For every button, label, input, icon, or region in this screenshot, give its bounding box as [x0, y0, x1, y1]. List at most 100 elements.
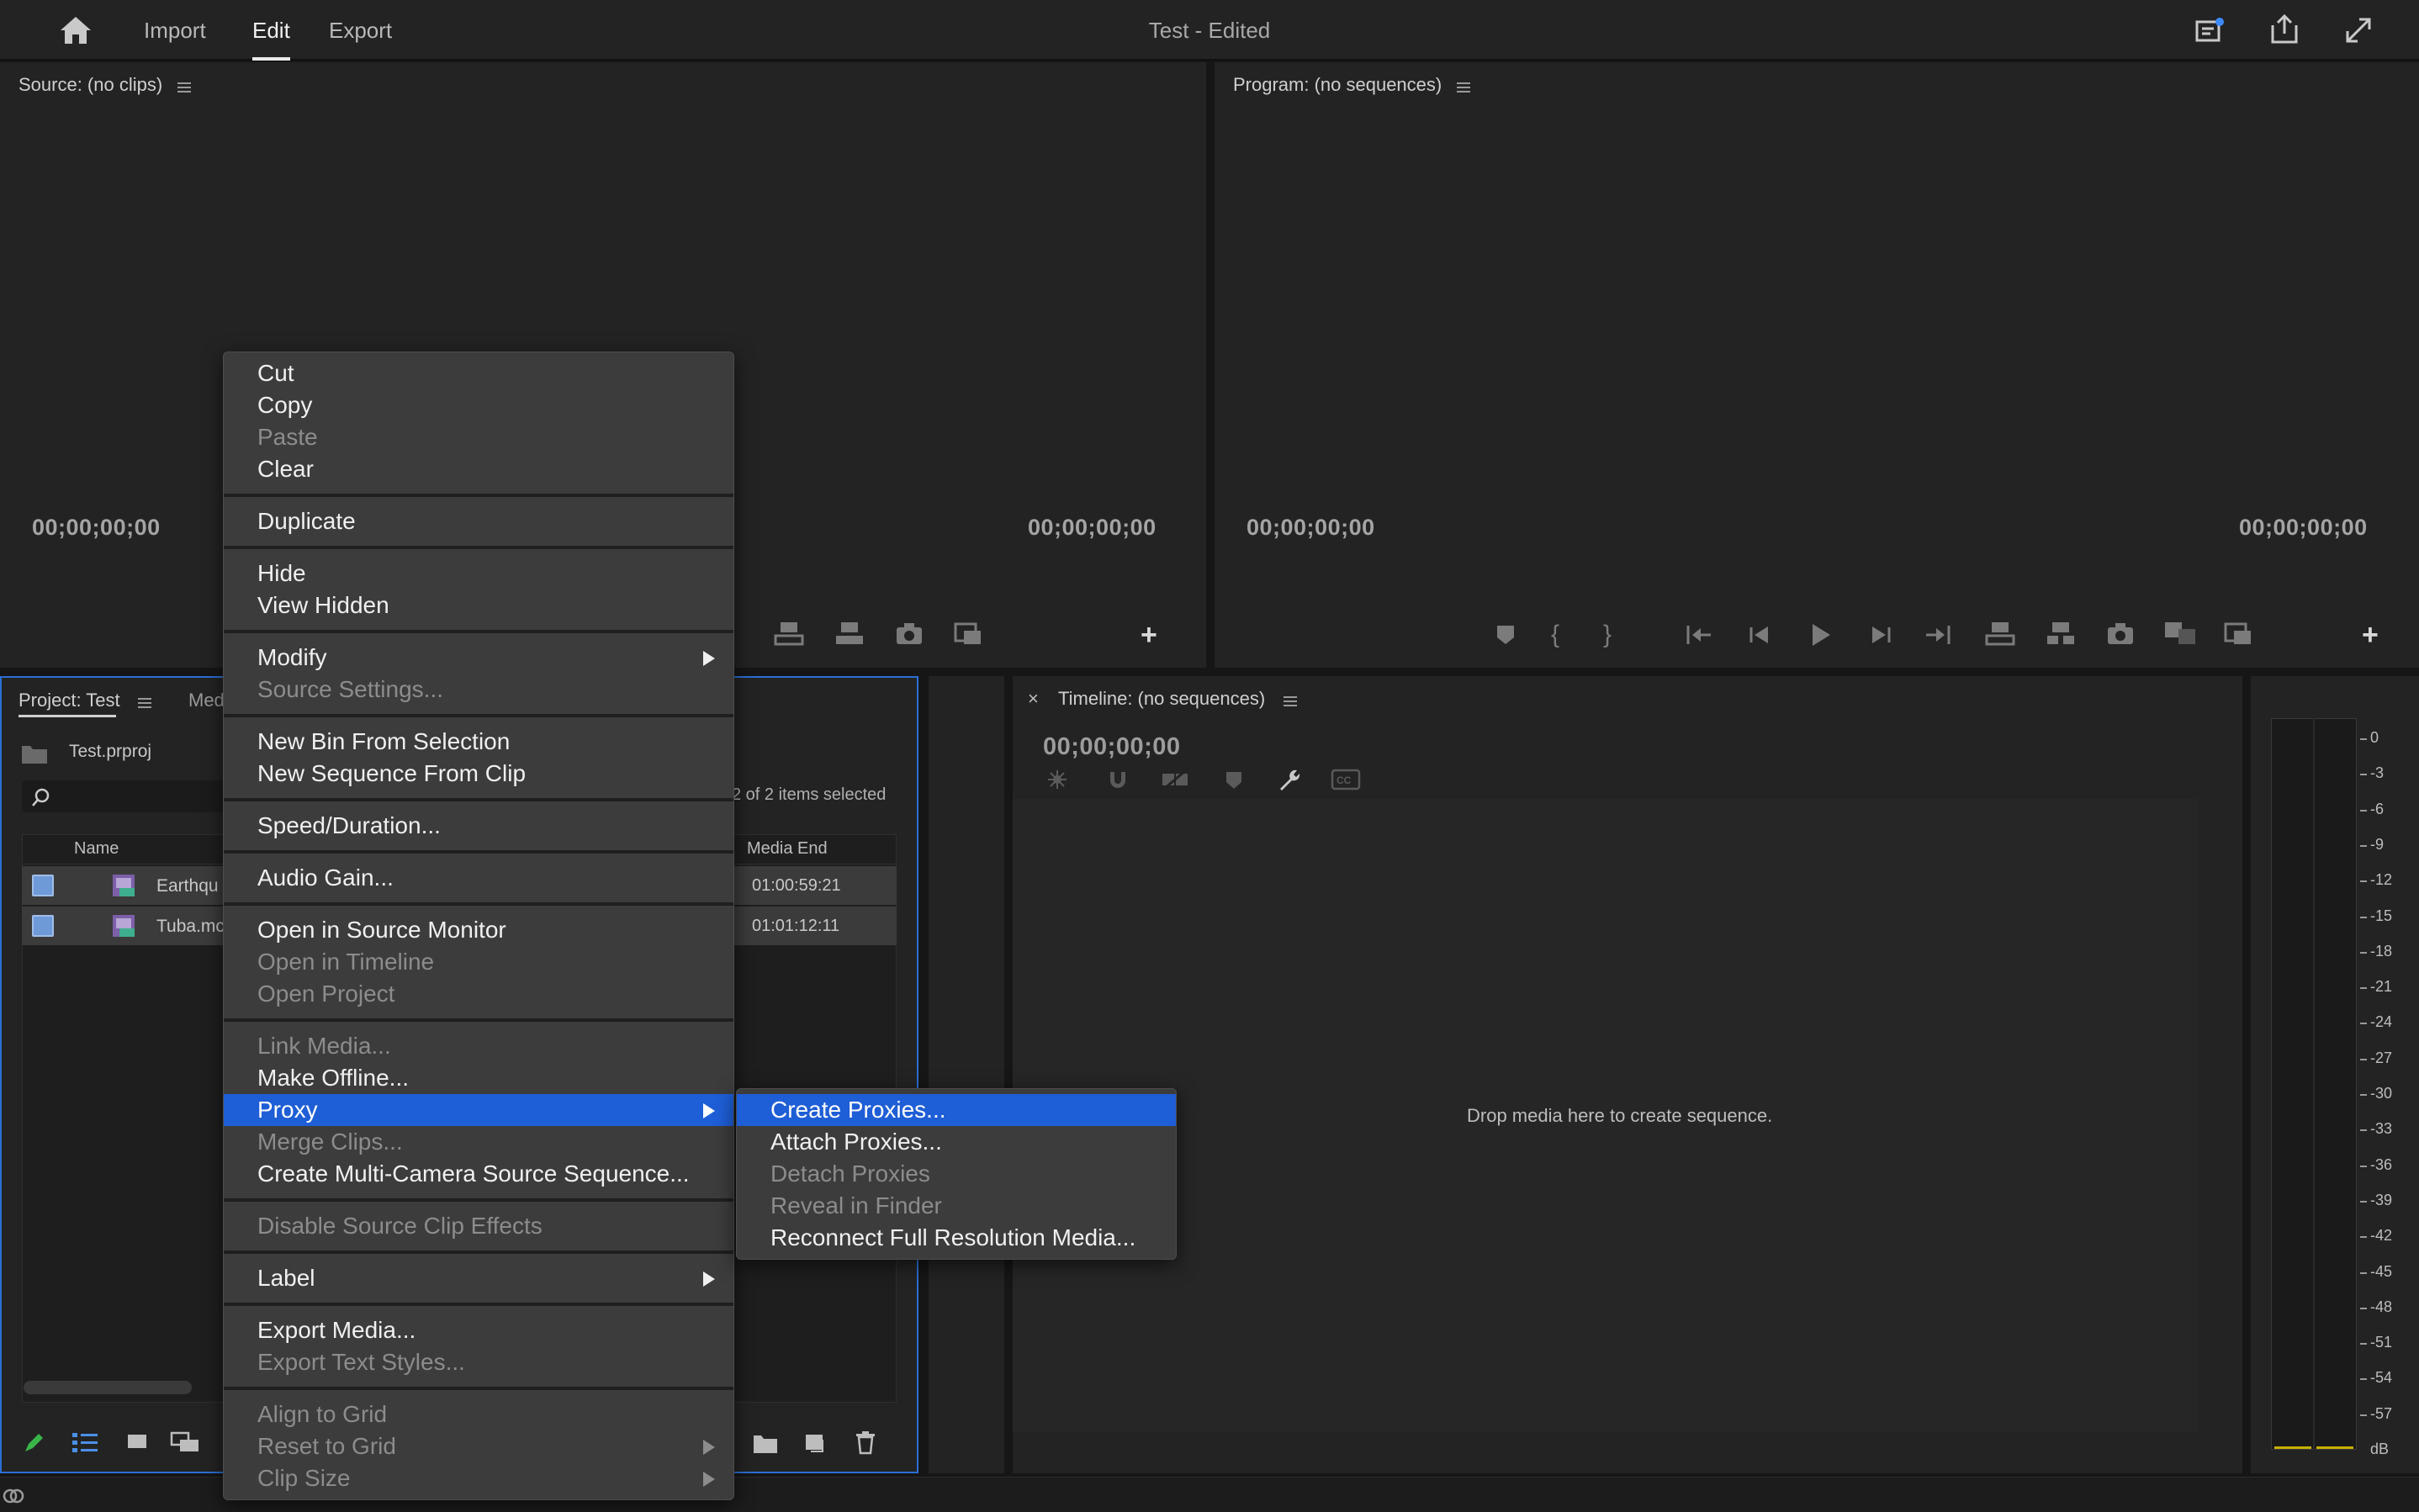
menu-item-proxy[interactable]: Proxy	[224, 1094, 733, 1126]
label-color-swatch[interactable]	[32, 915, 54, 937]
db-scale-tick	[2360, 1378, 2367, 1381]
menu-item-speed-duration[interactable]: Speed/Duration...	[224, 810, 733, 842]
marker-icon[interactable]	[1495, 624, 1516, 646]
insert-icon[interactable]	[774, 621, 804, 646]
menu-item-new-bin-from-selection[interactable]: New Bin From Selection	[224, 726, 733, 758]
menu-item-open-in-source-monitor[interactable]: Open in Source Monitor	[224, 914, 733, 946]
menu-separator	[224, 714, 733, 717]
menu-item-label[interactable]: Label	[224, 1262, 733, 1294]
menu-item-label: Reset to Grid	[257, 1433, 396, 1459]
label-color-swatch[interactable]	[32, 875, 54, 896]
menu-item-view-hidden[interactable]: View Hidden	[224, 589, 733, 621]
icon-view-icon[interactable]	[124, 1430, 150, 1455]
timeline-timecode[interactable]: 00;00;00;00	[1043, 733, 1181, 761]
step-back-icon[interactable]	[1748, 624, 1771, 646]
source-add-button-icon[interactable]: +	[1141, 621, 1157, 649]
menu-item-hide[interactable]: Hide	[224, 558, 733, 589]
pencil-icon[interactable]	[22, 1430, 47, 1455]
share-icon[interactable]	[2269, 13, 2300, 45]
add-marker-icon[interactable]	[1225, 770, 1243, 790]
menu-item-make-offline[interactable]: Make Offline...	[224, 1062, 733, 1094]
tools-panel	[929, 676, 1909, 1473]
items-selected-count: 2 of 2 items selected	[732, 785, 887, 804]
linked-selection-icon[interactable]	[1161, 769, 1189, 790]
menu-item-cut[interactable]: Cut	[224, 357, 733, 389]
menu-item-export-media[interactable]: Export Media...	[224, 1314, 733, 1346]
left-channel-level	[2274, 1446, 2311, 1449]
close-icon[interactable]: ×	[1028, 688, 1039, 710]
tab-project[interactable]: Project: Test	[19, 690, 120, 711]
db-scale-label: dB	[2370, 1441, 2390, 1457]
vr-view-icon[interactable]	[2224, 621, 2252, 646]
menu-item-label: Proxy	[257, 1097, 318, 1123]
menu-item-create-multi-camera-source-sequence[interactable]: Create Multi-Camera Source Sequence...	[224, 1158, 733, 1190]
captions-icon[interactable]: CC	[1331, 769, 1361, 790]
search-input[interactable]	[22, 780, 241, 812]
program-monitor-title[interactable]: Program: (no sequences)	[1233, 74, 1442, 96]
menu-item-reset-to-grid: Reset to Grid	[224, 1430, 733, 1462]
list-view-icon[interactable]	[71, 1430, 99, 1455]
horizontal-scrollbar[interactable]	[24, 1381, 192, 1394]
source-timecode-in[interactable]: 00;00;00;00	[32, 515, 161, 541]
timeline-panel-menu-icon[interactable]	[1284, 696, 1297, 706]
overwrite-icon[interactable]	[834, 621, 865, 646]
menu-item-clear[interactable]: Clear	[224, 453, 733, 485]
go-to-out-icon[interactable]	[1924, 624, 1951, 646]
step-forward-icon[interactable]	[1869, 624, 1892, 646]
db-scale-tick	[2360, 1129, 2367, 1132]
home-icon[interactable]	[59, 15, 93, 45]
menu-item-source-settings: Source Settings...	[257, 676, 444, 702]
mark-in-icon[interactable]: {	[1551, 621, 1559, 649]
clip-name: Earthqu	[156, 876, 219, 896]
workspace-notification-icon[interactable]	[2195, 17, 2226, 44]
menu-item-modify[interactable]: Modify	[224, 642, 733, 674]
nest-icon[interactable]	[1045, 769, 1070, 790]
timeline-panel: × Timeline: (no sequences) 00;00;00;00 C…	[1013, 676, 2242, 1473]
tab-media-browser[interactable]: Med	[188, 690, 225, 711]
fullscreen-icon[interactable]	[2343, 15, 2374, 45]
mark-out-icon[interactable]: }	[1603, 621, 1612, 649]
menu-item-reconnect-full-resolution-media[interactable]: Reconnect Full Resolution Media...	[737, 1222, 1176, 1254]
play-icon[interactable]	[1810, 622, 1832, 648]
extract-icon[interactable]	[2046, 621, 2076, 646]
tab-export[interactable]: Export	[329, 0, 392, 61]
menu-item-copy[interactable]: Copy	[224, 389, 733, 421]
trash-icon[interactable]	[855, 1430, 876, 1455]
db-scale-tick	[2360, 1165, 2367, 1167]
go-to-in-icon[interactable]	[1686, 624, 1712, 646]
source-monitor-title[interactable]: Source: (no clips)	[19, 74, 162, 96]
column-header-name[interactable]: Name	[74, 839, 119, 859]
camera-icon[interactable]	[895, 621, 924, 646]
menu-item-merge-clips: Merge Clips...	[257, 1129, 403, 1155]
new-item-icon[interactable]	[802, 1431, 826, 1455]
source-panel-menu-icon[interactable]	[177, 82, 191, 93]
timeline-title[interactable]: Timeline: (no sequences)	[1058, 688, 1265, 710]
db-scale-tick	[2360, 844, 2367, 847]
wrench-icon[interactable]	[1277, 767, 1302, 792]
project-panel-menu-icon[interactable]	[138, 698, 151, 708]
db-scale-label: -6	[2370, 800, 2385, 817]
freeform-view-icon[interactable]	[170, 1430, 202, 1455]
snap-icon[interactable]	[1105, 769, 1130, 790]
search-icon	[30, 787, 50, 807]
tab-import[interactable]: Import	[144, 0, 206, 61]
menu-item-duplicate[interactable]: Duplicate	[224, 505, 733, 537]
column-header-media-end[interactable]: Media End	[747, 839, 828, 859]
program-add-button-icon[interactable]: +	[2362, 621, 2379, 649]
menu-item-new-sequence-from-clip[interactable]: New Sequence From Clip	[224, 758, 733, 790]
new-bin-icon[interactable]	[752, 1431, 779, 1455]
menu-item-create-proxies[interactable]: Create Proxies...	[737, 1094, 1176, 1126]
menu-separator	[224, 1250, 733, 1254]
comparison-view-icon[interactable]	[2163, 621, 2197, 646]
menu-separator	[224, 1018, 733, 1022]
menu-item-attach-proxies[interactable]: Attach Proxies...	[737, 1126, 1176, 1158]
program-camera-icon[interactable]	[2106, 621, 2135, 646]
menu-item-audio-gain[interactable]: Audio Gain...	[224, 862, 733, 894]
db-scale-label: -3	[2370, 764, 2385, 782]
program-timecode-in[interactable]: 00;00;00;00	[1247, 515, 1375, 541]
tab-edit[interactable]: Edit	[252, 0, 290, 61]
creative-cloud-icon[interactable]	[2, 1486, 25, 1504]
program-panel-menu-icon[interactable]	[1457, 82, 1470, 93]
export-frame-icon[interactable]	[954, 621, 982, 646]
lift-icon[interactable]	[1985, 621, 2015, 646]
